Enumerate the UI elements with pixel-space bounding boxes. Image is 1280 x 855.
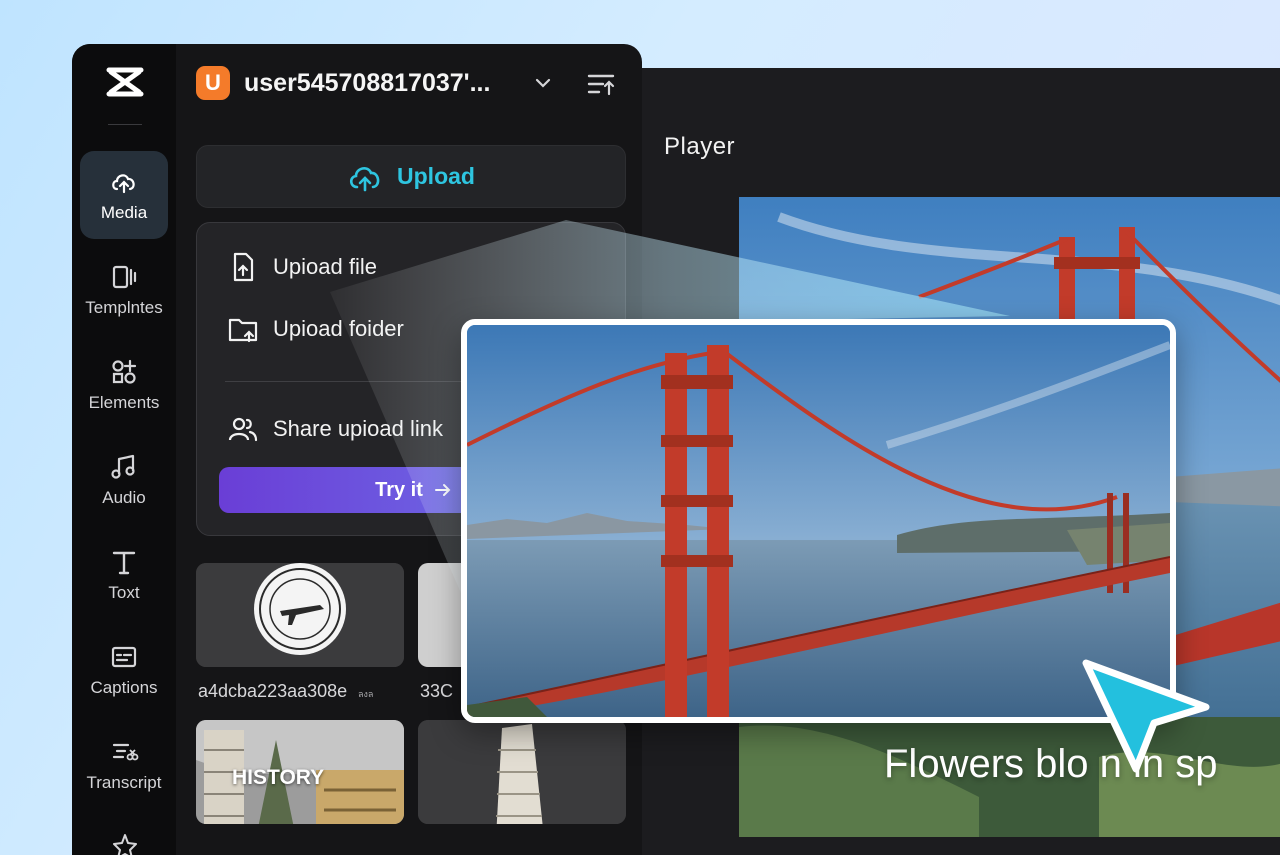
- transcript-icon: [112, 743, 139, 761]
- sidebar-item-label: Transcript: [86, 773, 162, 792]
- media-tile[interactable]: [196, 563, 404, 667]
- upload-button-label: Upload: [397, 163, 475, 189]
- templates-icon: [112, 265, 137, 289]
- upload-folder-option[interactable]: Upioad foider: [227, 313, 404, 345]
- sidebar-item-text[interactable]: Toxt: [80, 531, 168, 619]
- rail-divider: [108, 124, 142, 125]
- airline-stamp-thumbnail: [196, 563, 404, 667]
- upload-button[interactable]: Upload: [196, 145, 626, 208]
- captions-icon: [111, 646, 137, 668]
- pointer-cursor-icon: [1082, 659, 1210, 773]
- users-icon: [228, 417, 258, 442]
- chevron-down-icon[interactable]: [534, 74, 552, 92]
- upload-folder-label: Upioad foider: [273, 316, 404, 341]
- golden-gate-photo: [467, 325, 1170, 717]
- capcut-logo-icon: [106, 67, 144, 97]
- star-effects-icon[interactable]: [110, 832, 140, 855]
- folder-upload-icon: [228, 318, 258, 343]
- music-note-icon: [111, 454, 135, 479]
- sidebar-item-media[interactable]: Media: [80, 151, 168, 239]
- media-tile[interactable]: [418, 720, 626, 824]
- sidebar-item-transcript[interactable]: Transcript: [80, 721, 168, 809]
- text-icon: [112, 551, 136, 575]
- share-upload-link-option[interactable]: Share upioad link: [227, 413, 443, 445]
- zoomed-preview-card: [461, 319, 1176, 723]
- try-it-label: Try it: [375, 478, 423, 501]
- cloud-upload-icon: [349, 166, 380, 191]
- sidebar-item-label: Captions: [90, 678, 158, 697]
- history-overlay-text: HISTORY: [232, 766, 325, 789]
- sidebar-item-label: Media: [100, 203, 148, 222]
- sidebar-item-label: Toxt: [108, 583, 140, 602]
- media-tile-name: a4dcba223aa308e: [198, 681, 348, 701]
- sidebar-item-label: Audio: [102, 488, 146, 507]
- sidebar-item-elements[interactable]: Elements: [80, 341, 168, 429]
- elements-icon: [112, 359, 137, 384]
- sidebar-item-templates[interactable]: Templntes: [80, 246, 168, 334]
- account-header: U user545708817037'...: [196, 64, 626, 104]
- upload-file-option[interactable]: Upioad file: [227, 251, 377, 283]
- file-upload-icon: [233, 252, 254, 282]
- media-tile[interactable]: HISTORY: [196, 720, 404, 824]
- media-tile-name-suffix: ลงล: [358, 689, 374, 699]
- sort-icon[interactable]: [586, 70, 616, 98]
- username[interactable]: user545708817037'...: [244, 69, 490, 98]
- cloud-media-icon: [112, 174, 135, 194]
- sidebar-item-label: Templntes: [85, 298, 163, 317]
- share-upload-link-label: Share upioad link: [273, 416, 444, 441]
- upload-file-label: Upioad file: [273, 254, 377, 279]
- media-tile-name: 33C: [420, 681, 454, 701]
- sidebar-item-audio[interactable]: Audio: [80, 436, 168, 524]
- avatar[interactable]: U: [196, 66, 230, 100]
- arrow-right-icon: [434, 484, 451, 496]
- canvas: Player Flowers blo n in sp Media Templnt…: [0, 0, 1280, 855]
- sidebar-item-captions[interactable]: Captions: [80, 626, 168, 714]
- left-nav-rail: Media Templntes Elements Audio Toxt Capt…: [72, 44, 176, 855]
- pisa-tower-thumbnail: [418, 720, 626, 824]
- sidebar-item-label: Elements: [88, 393, 160, 412]
- player-title: Player: [664, 133, 736, 160]
